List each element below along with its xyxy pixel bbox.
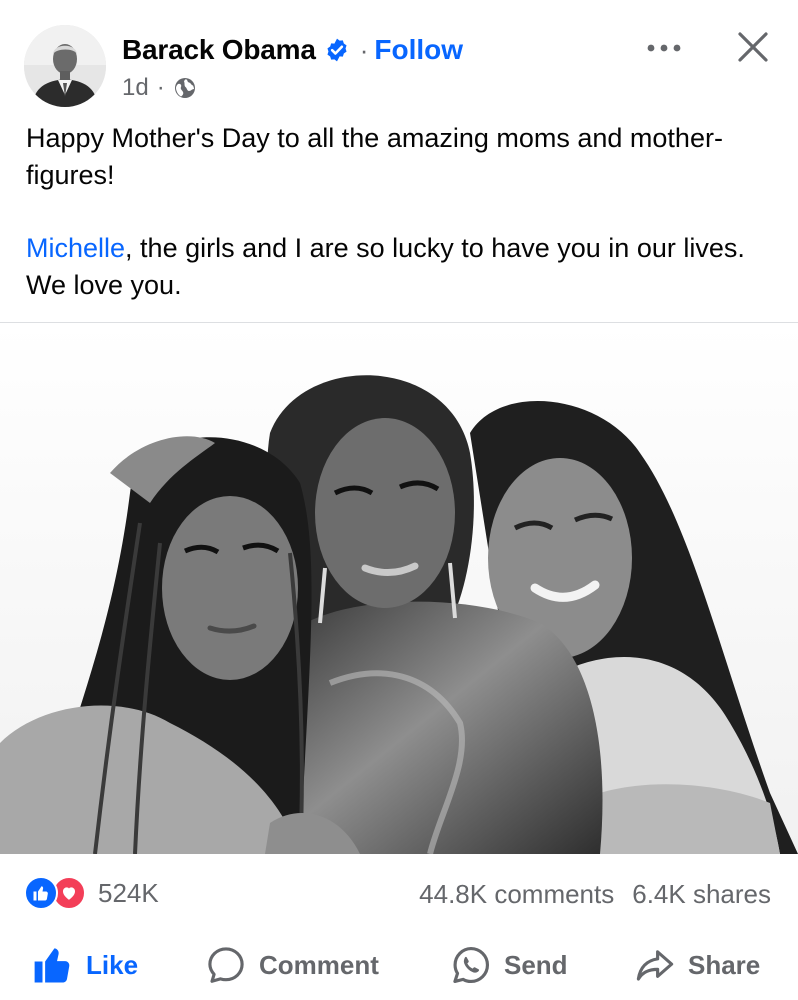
like-reaction-icon xyxy=(24,876,58,910)
comment-bubble-icon xyxy=(205,944,247,986)
meta-separator: · xyxy=(156,74,165,101)
post-photo[interactable] xyxy=(0,323,798,854)
close-button[interactable] xyxy=(730,24,776,70)
post-text: Happy Mother's Day to all the amazing mo… xyxy=(26,120,778,304)
share-label: Share xyxy=(688,949,761,980)
post-text-paragraph-2-rest: , the girls and I are so lucky to have y… xyxy=(26,233,745,300)
avatar-portrait xyxy=(24,25,106,107)
comment-label: Comment xyxy=(259,949,379,980)
share-arrow-icon xyxy=(634,944,676,986)
more-dots-icon xyxy=(647,44,681,52)
author-row: Barack Obama · Follow xyxy=(122,30,463,70)
engagement-stats: 524K 44.8K comments 6.4K shares xyxy=(0,862,798,926)
whatsapp-send-icon xyxy=(450,944,492,986)
comment-button[interactable]: Comment xyxy=(205,942,379,988)
author-name[interactable]: Barack Obama xyxy=(122,34,316,66)
mention-link[interactable]: Michelle xyxy=(26,233,125,263)
reactions-summary[interactable]: 524K xyxy=(24,876,159,910)
thumbs-up-icon xyxy=(32,944,74,986)
share-button[interactable]: Share xyxy=(634,942,760,988)
post-timestamp[interactable]: 1d xyxy=(122,74,149,102)
comments-count[interactable]: 44.8K comments xyxy=(419,879,614,909)
send-button[interactable]: Send xyxy=(450,942,568,988)
globe-icon[interactable] xyxy=(173,76,197,100)
more-options-button[interactable] xyxy=(640,30,688,66)
portrait-photo xyxy=(0,323,798,854)
action-bar: Like Comment Send Share xyxy=(0,934,798,996)
header-separator: · xyxy=(359,34,369,65)
reaction-count: 524K xyxy=(98,877,159,908)
post-text-paragraph-1: Happy Mother's Day to all the amazing mo… xyxy=(26,123,723,190)
close-icon xyxy=(738,32,768,62)
facebook-post: Barack Obama · Follow 1d · Happy Mother'… xyxy=(0,0,798,1000)
post-meta: 1d · xyxy=(122,72,197,104)
reaction-icons xyxy=(24,876,92,910)
like-label: Like xyxy=(86,949,139,980)
author-avatar[interactable] xyxy=(24,25,106,107)
shares-count[interactable]: 6.4K shares xyxy=(632,879,771,909)
post-header: Barack Obama · Follow 1d · xyxy=(0,0,798,110)
send-label: Send xyxy=(504,949,568,980)
like-button[interactable]: Like xyxy=(32,942,138,988)
verified-badge-icon xyxy=(324,37,350,63)
post-text-paragraph-2: Michelle, the girls and I are so lucky t… xyxy=(26,230,778,304)
follow-button[interactable]: Follow xyxy=(374,34,463,66)
comment-share-counts: 44.8K comments 6.4K shares xyxy=(419,879,771,910)
